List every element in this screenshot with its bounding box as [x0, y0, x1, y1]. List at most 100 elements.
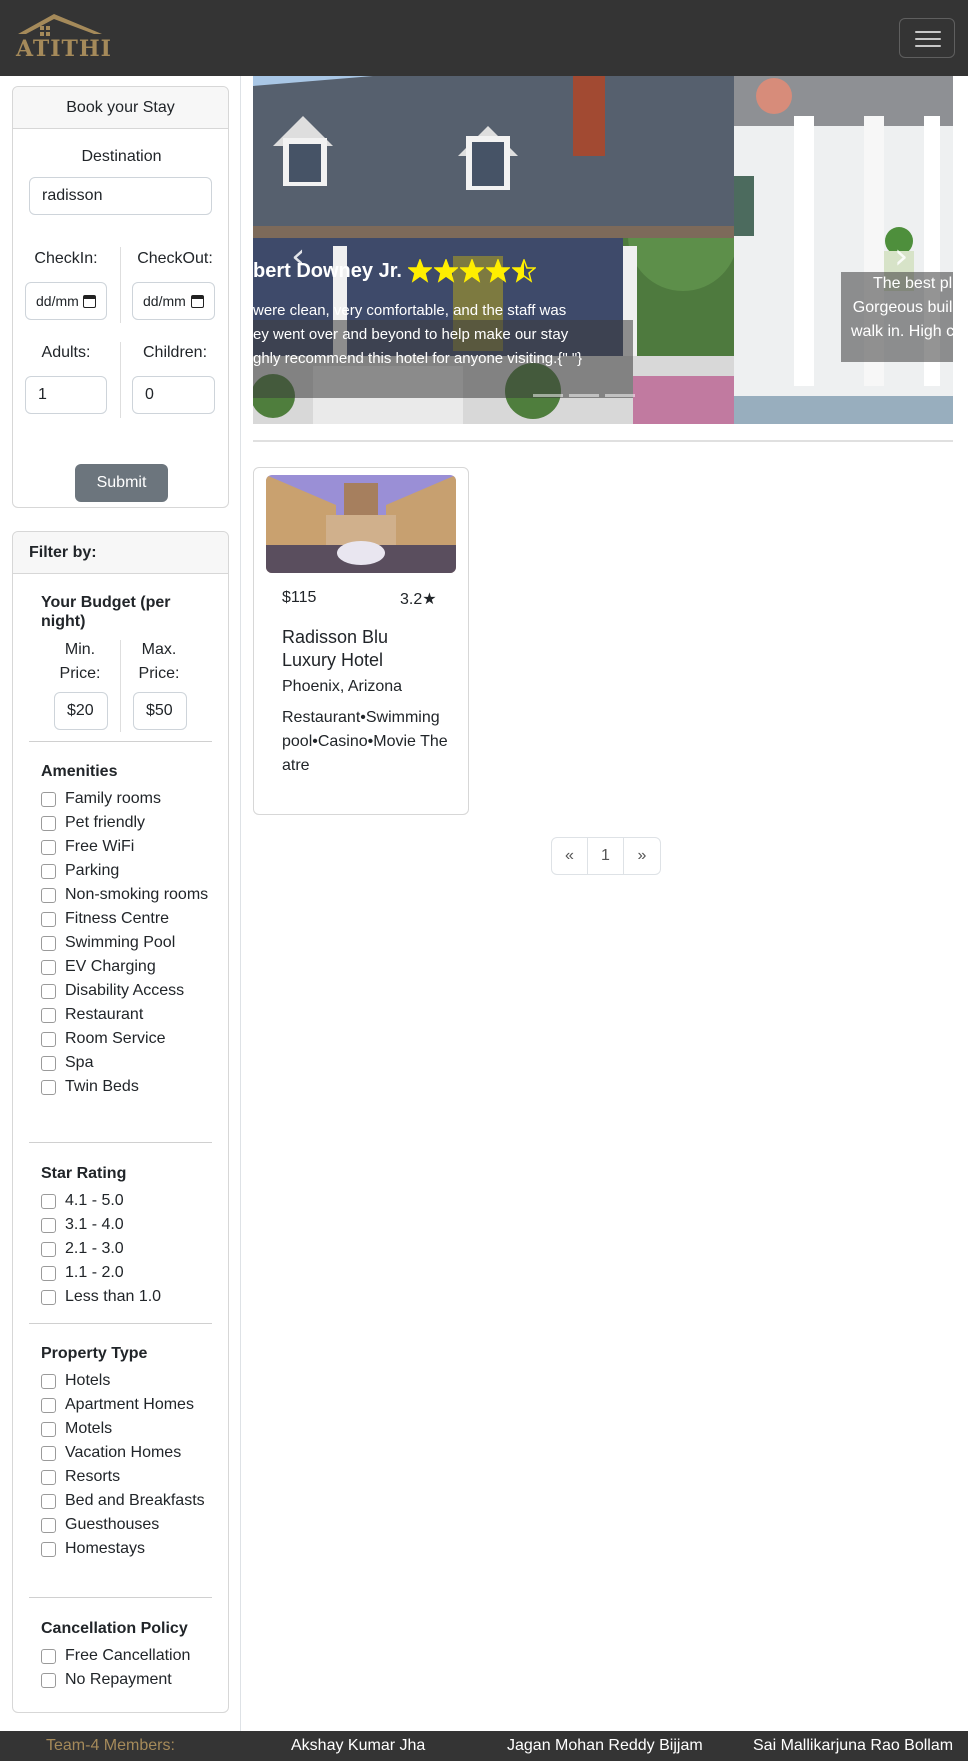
submit-button[interactable]: Submit	[75, 464, 168, 502]
hotel-name[interactable]: Radisson Blu Luxury Hotel	[282, 626, 447, 672]
property-type-option[interactable]: Vacation Homes	[41, 1441, 221, 1465]
amenity-option[interactable]: Pet friendly	[41, 811, 221, 835]
star-rating-checkbox[interactable]	[41, 1194, 56, 1209]
divider	[120, 342, 121, 418]
property-type-option[interactable]: Motels	[41, 1417, 221, 1441]
min-price-input[interactable]: $20	[54, 692, 108, 730]
cancellation-option[interactable]: Free Cancellation	[41, 1644, 221, 1668]
review-text-2: The best pl Gorgeous buil walk in. High …	[851, 272, 953, 344]
amenity-option[interactable]: Parking	[41, 859, 221, 883]
calendar-icon[interactable]	[191, 294, 204, 308]
amenity-checkbox[interactable]	[41, 960, 56, 975]
property-type-checkbox[interactable]	[41, 1398, 56, 1413]
star-rating-checkbox[interactable]	[41, 1266, 56, 1281]
amenity-option[interactable]: Free WiFi	[41, 835, 221, 859]
amenity-checkbox[interactable]	[41, 936, 56, 951]
star-rating-option[interactable]: 4.1 - 5.0	[41, 1189, 221, 1213]
hotel-image[interactable]	[266, 475, 456, 573]
checkin-date-input[interactable]: dd/mm	[25, 282, 107, 320]
amenity-checkbox[interactable]	[41, 864, 56, 879]
chevron-right-icon[interactable]: ›	[894, 236, 908, 277]
max-price-input[interactable]: $50	[133, 692, 187, 730]
amenity-checkbox[interactable]	[41, 888, 56, 903]
amenity-checkbox[interactable]	[41, 1080, 56, 1095]
destination-input[interactable]: radisson	[29, 177, 212, 215]
amenity-checkbox[interactable]	[41, 984, 56, 999]
amenity-option[interactable]: Non-smoking rooms	[41, 883, 221, 907]
amenity-checkbox[interactable]	[41, 912, 56, 927]
property-type-checkbox[interactable]	[41, 1470, 56, 1485]
calendar-icon[interactable]	[83, 294, 96, 308]
property-type-option[interactable]: Bed and Breakfasts	[41, 1489, 221, 1513]
cancellation-option[interactable]: No Repayment	[41, 1668, 221, 1692]
carousel-indicators	[533, 394, 635, 397]
carousel-slide-2: The best pl Gorgeous buil walk in. High …	[734, 76, 953, 424]
chevron-left-icon[interactable]: ‹	[291, 236, 305, 277]
brand-name: ATITHI	[16, 36, 112, 62]
star-rating-option[interactable]: 1.1 - 2.0	[41, 1261, 221, 1285]
adults-input[interactable]: 1	[25, 376, 107, 414]
star-rating-checkbox[interactable]	[41, 1290, 56, 1305]
hotel-amenities: Restaurant•Swimming pool•Casino•Movie Th…	[282, 709, 448, 774]
amenity-option[interactable]: Twin Beds	[41, 1075, 221, 1099]
hotel-card[interactable]: $115 3.2★ Radisson Blu Luxury Hotel Phoe…	[253, 467, 469, 815]
amenity-checkbox[interactable]	[41, 1056, 56, 1071]
property-type-option[interactable]: Guesthouses	[41, 1513, 221, 1537]
brand-logo[interactable]: ATITHI	[14, 12, 111, 62]
property-type-option[interactable]: Resorts	[41, 1465, 221, 1489]
star-icon	[459, 259, 484, 283]
checkout-date-value: dd/mm	[143, 293, 186, 309]
pagination-next[interactable]: »	[624, 838, 660, 874]
cancellation-checkbox[interactable]	[41, 1673, 56, 1688]
pagination-page[interactable]: 1	[588, 838, 624, 874]
checkout-date-input[interactable]: dd/mm	[132, 282, 215, 320]
property-type-label: Guesthouses	[65, 1516, 160, 1533]
star-rating-option[interactable]: 3.1 - 4.0	[41, 1213, 221, 1237]
amenity-option[interactable]: Family rooms	[41, 787, 221, 811]
carousel-indicator[interactable]	[533, 394, 563, 397]
property-type-label: Motels	[65, 1420, 113, 1437]
amenity-checkbox[interactable]	[41, 816, 56, 831]
menu-toggle-button[interactable]	[899, 18, 955, 58]
carousel-indicator[interactable]	[605, 394, 635, 397]
property-type-checkbox[interactable]	[41, 1542, 56, 1557]
property-type-checkbox[interactable]	[41, 1446, 56, 1461]
amenity-checkbox[interactable]	[41, 1008, 56, 1023]
children-input[interactable]: 0	[132, 376, 215, 414]
pagination-prev[interactable]: «	[552, 838, 588, 874]
cancellation-checkbox[interactable]	[41, 1649, 56, 1664]
property-type-checkbox[interactable]	[41, 1494, 56, 1509]
reviewer-name: bert Downey Jr.	[253, 259, 402, 282]
amenity-option[interactable]: Disability Access	[41, 979, 221, 1003]
amenity-checkbox[interactable]	[41, 792, 56, 807]
property-type-option[interactable]: Homestays	[41, 1537, 221, 1561]
property-type-option[interactable]: Hotels	[41, 1369, 221, 1393]
property-type-checkbox[interactable]	[41, 1374, 56, 1389]
hamburger-icon-bar	[915, 38, 941, 40]
star-rating-option[interactable]: Less than 1.0	[41, 1285, 221, 1309]
star-rating-option[interactable]: 2.1 - 3.0	[41, 1237, 221, 1261]
pagination: « 1 »	[551, 837, 661, 875]
review-line: were clean, very comfortable, and the st…	[253, 302, 567, 319]
star-rating-checkbox[interactable]	[41, 1218, 56, 1233]
amenity-option[interactable]: Restaurant	[41, 1003, 221, 1027]
navbar: ATITHI	[0, 0, 968, 76]
property-type-checkbox[interactable]	[41, 1422, 56, 1437]
amenity-option[interactable]: Room Service	[41, 1027, 221, 1051]
property-type-checkbox[interactable]	[41, 1518, 56, 1533]
carousel-indicator[interactable]	[569, 394, 599, 397]
amenity-label: Parking	[65, 862, 120, 879]
star-rating-label: Less than 1.0	[65, 1288, 162, 1305]
cancellation-label: No Repayment	[65, 1671, 172, 1688]
amenity-checkbox[interactable]	[41, 1032, 56, 1047]
amenity-option[interactable]: Swimming Pool	[41, 931, 221, 955]
star-rating-checkbox[interactable]	[41, 1242, 56, 1257]
divider	[29, 1142, 212, 1143]
amenity-label: Non-smoking rooms	[65, 886, 209, 903]
amenity-checkbox[interactable]	[41, 840, 56, 855]
amenity-option[interactable]: Spa	[41, 1051, 221, 1075]
amenity-option[interactable]: EV Charging	[41, 955, 221, 979]
amenity-option[interactable]: Fitness Centre	[41, 907, 221, 931]
review-stars	[407, 259, 536, 283]
property-type-option[interactable]: Apartment Homes	[41, 1393, 221, 1417]
